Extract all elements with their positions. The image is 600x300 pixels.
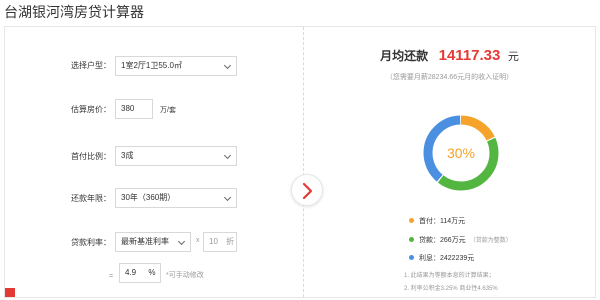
price-input[interactable]: 380 (115, 99, 153, 119)
legend-value: 114万元 (440, 218, 466, 225)
legend-dot-interest (409, 255, 414, 260)
rate-value: 最新基准利率 (121, 237, 169, 246)
calculator-card: 选择户型： 1室2厅1卫55.0㎡ 估算房价： 380 万/套 首付比例： 3成… (4, 26, 596, 298)
price-label: 估算房价： (71, 105, 111, 114)
chevron-down-icon (223, 61, 232, 70)
monthly-payment-amount: 14117.33 (438, 47, 501, 64)
final-rate-hint: *可手动修改 (166, 272, 204, 279)
input-panel: 选择户型： 1室2厅1卫55.0㎡ 估算房价： 380 万/套 首付比例： 3成… (5, 27, 303, 297)
chevron-right-icon (302, 182, 313, 200)
chevron-down-icon (223, 193, 232, 202)
legend-label: 首付： (419, 218, 440, 225)
legend-item-down-payment: 首付：114万元 (409, 216, 465, 226)
final-rate-unit: % (148, 268, 156, 277)
final-rate-input[interactable]: 4.9 % (119, 263, 161, 283)
discount-unit: 折 (226, 237, 235, 246)
price-unit: 万/套 (160, 107, 176, 114)
payment-donut-chart: 30% (423, 115, 499, 191)
term-label: 还款年限： (71, 194, 111, 203)
discount-value: 10 (209, 237, 218, 246)
legend-label: 贷款： (419, 237, 440, 244)
house-type-select[interactable]: 1室2厅1卫55.0㎡ (115, 56, 237, 76)
house-type-label: 选择户型： (71, 61, 111, 70)
legend-item-interest: 利息：2422239元 (409, 253, 474, 263)
chevron-down-icon (177, 237, 186, 246)
down-ratio-select[interactable]: 3成 (115, 146, 237, 166)
income-requirement: （您需要月薪28234.66元月的收入证明） (385, 74, 514, 81)
corner-mark (5, 288, 15, 297)
term-select[interactable]: 30年（360期） (115, 188, 237, 208)
chevron-down-icon (223, 151, 232, 160)
calculate-arrow-button[interactable] (291, 174, 323, 206)
note-line-1: 1. 此结果为等额本息的计算结果； (404, 273, 495, 279)
multiply-sign: x (196, 237, 200, 244)
page-title: 台湖银河湾房贷计算器 (4, 4, 144, 20)
legend-label: 利息： (419, 255, 440, 262)
legend-extra: （贷款为整数） (469, 238, 512, 244)
legend-dot-loan (409, 237, 414, 242)
rate-label: 贷款利率： (71, 238, 111, 247)
donut-center-label: 30% (447, 145, 475, 161)
rate-select[interactable]: 最新基准利率 (115, 232, 191, 252)
result-panel: 月均还款 14117.33 元 （您需要月薪28234.66元月的收入证明） 3… (304, 27, 595, 297)
legend-value: 266万元 (440, 237, 466, 244)
discount-input[interactable]: 10 折 (203, 232, 237, 252)
monthly-payment-unit: 元 (507, 51, 519, 63)
monthly-payment-label: 月均还款 (380, 49, 429, 63)
equals-sign: = (109, 273, 114, 280)
legend-value: 2422239元 (440, 255, 475, 262)
legend-item-loan: 贷款：266万元 （贷款为整数） (409, 235, 512, 245)
final-rate-value: 4.9 (125, 268, 137, 277)
legend-dot-down-payment (409, 218, 414, 223)
house-type-value: 1室2厅1卫55.0㎡ (121, 61, 182, 70)
down-ratio-label: 首付比例： (71, 152, 111, 161)
term-value: 30年（360期） (121, 193, 176, 202)
monthly-payment: 月均还款 14117.33 元 (304, 47, 595, 65)
note-line-2: 2. 利率公积金3.25% 商业性4.635% (404, 286, 498, 292)
down-ratio-value: 3成 (121, 151, 134, 160)
